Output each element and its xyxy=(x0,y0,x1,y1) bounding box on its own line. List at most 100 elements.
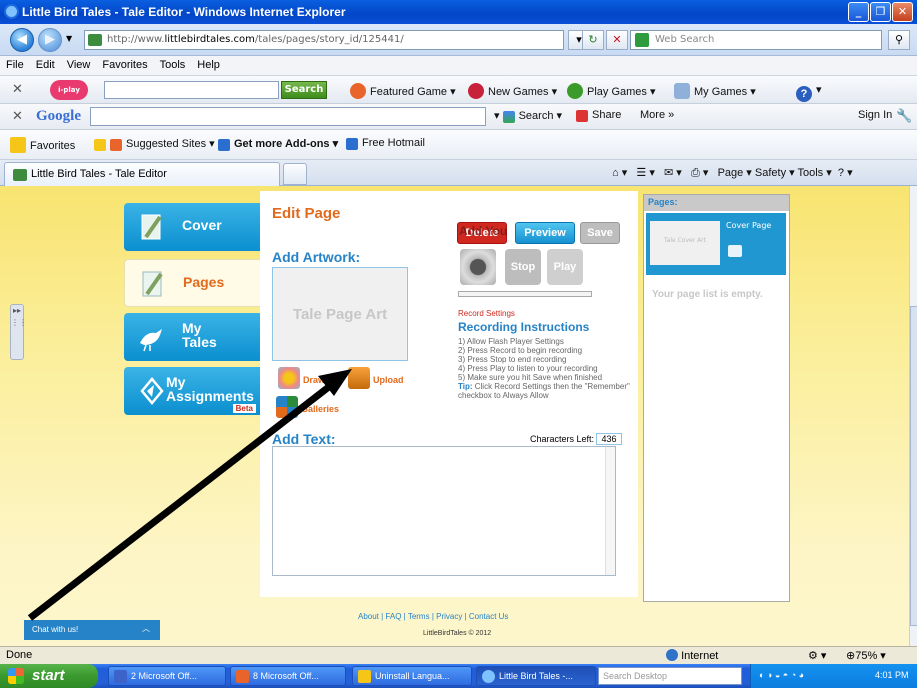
web-search-input[interactable]: Web Search xyxy=(630,30,882,50)
help-icon: ? xyxy=(796,86,812,102)
page-content: ▸▸ ⋮⋮ Cover Pages My Tales My Assignments B… xyxy=(0,186,909,646)
task-little-bird-tales[interactable]: Little Bird Tales -... xyxy=(476,666,596,686)
arrow-shaft xyxy=(27,383,333,621)
start-button[interactable]: start xyxy=(0,664,98,688)
site-favicon xyxy=(88,34,102,46)
stop-icon[interactable]: ✕ xyxy=(606,30,628,50)
favorites-button[interactable]: Favorites xyxy=(10,137,75,153)
google-toolbar: ✕ Google ▾ Search ▾ Share More » Sign In… xyxy=(0,104,917,130)
iplay-search-input[interactable] xyxy=(104,81,279,99)
iplay-search-button[interactable]: Search xyxy=(281,81,327,99)
ie-page-icon xyxy=(346,138,358,150)
more-button[interactable]: More » xyxy=(640,109,674,121)
featured-game-menu[interactable]: Featured Game ▾ xyxy=(350,83,456,99)
google-search-button[interactable]: ▾ Search ▾ xyxy=(494,109,562,123)
menu-file[interactable]: File xyxy=(0,56,30,71)
iplay-logo[interactable]: i-play xyxy=(50,80,88,100)
new-icon xyxy=(468,83,484,99)
google-logo[interactable]: Google xyxy=(36,108,81,125)
wrench-icon[interactable]: 🔧 xyxy=(896,108,912,124)
ie-icon xyxy=(482,670,495,683)
suggested-sites-icon xyxy=(110,139,122,151)
home-icon[interactable]: ⌂ ▾ xyxy=(612,167,627,179)
restore-button[interactable]: ❐ xyxy=(870,2,891,22)
menu-view[interactable]: View xyxy=(61,56,97,71)
tab-little-bird-tales[interactable]: Little Bird Tales - Tale Editor xyxy=(4,162,280,186)
play-games-menu[interactable]: Play Games ▾ xyxy=(567,83,656,99)
google-search-input[interactable] xyxy=(90,107,486,126)
help-icon[interactable]: ? ▾ xyxy=(838,167,853,179)
favorites-star-icon xyxy=(10,137,26,153)
tray-icons[interactable]: ◐ ◑ ◒ ◓ ◔ ◕ xyxy=(759,670,804,680)
url-path: /tales/pages/story_id/125441/ xyxy=(254,34,404,45)
free-hotmail-link[interactable]: Free Hotmail xyxy=(346,137,425,150)
page-scrollbar[interactable] xyxy=(909,186,917,646)
feeds-icon[interactable]: ☰ ▾ xyxy=(636,167,654,179)
search-desktop-input[interactable]: Search Desktop xyxy=(598,667,742,685)
office-icon xyxy=(236,670,249,683)
sign-in-link[interactable]: Sign In xyxy=(858,109,892,121)
site-favicon xyxy=(13,169,27,181)
menu-favorites[interactable]: Favorites xyxy=(96,56,153,71)
menu-edit[interactable]: Edit xyxy=(30,56,61,71)
get-addons-link[interactable]: Get more Add-ons ▾ xyxy=(218,137,338,151)
back-button[interactable]: ◀ xyxy=(10,28,34,52)
annotation-arrow xyxy=(27,369,352,621)
ie-icon xyxy=(4,4,19,19)
windows-flag-icon xyxy=(8,668,24,684)
mail-icon[interactable]: ✉ ▾ xyxy=(664,167,682,179)
address-bar: ◀ ▶ ▼ http://www.littlebirdtales.com/tal… xyxy=(0,24,917,56)
gamepad-icon xyxy=(674,83,690,99)
iplay-toolbar: ✕ i-play Search Featured Game ▾ New Game… xyxy=(0,76,917,104)
zoom-level[interactable]: ⊕75% ▾ xyxy=(846,649,886,662)
close-google-toolbar-icon[interactable]: ✕ xyxy=(12,109,23,124)
recent-pages-dropdown-icon[interactable]: ▼ xyxy=(66,34,72,43)
word-icon xyxy=(114,670,127,683)
page-safety-tools-menus[interactable]: Page ▾ Safety ▾ Tools ▾ xyxy=(718,167,832,179)
new-games-menu[interactable]: New Games ▾ xyxy=(468,83,557,99)
favorites-bar: Favorites Suggested Sites ▾ Get more Add… xyxy=(0,130,917,160)
add-favorite-icon xyxy=(94,139,106,151)
star-icon xyxy=(350,83,366,99)
url-field[interactable]: http://www.littlebirdtales.com/tales/pag… xyxy=(84,30,564,50)
globe-icon xyxy=(666,649,678,661)
close-button[interactable]: ✕ xyxy=(892,2,913,22)
menu-help[interactable]: Help xyxy=(191,56,226,71)
ie-page-icon xyxy=(218,139,230,151)
new-tab-button[interactable] xyxy=(283,163,307,185)
minimize-button[interactable]: _ xyxy=(848,2,869,22)
help-menu[interactable]: ? ▾ xyxy=(796,83,822,102)
command-bar: ⌂ ▾ ☰ ▾ ✉ ▾ ⎙ ▾ Page ▾ Safety ▾ Tools ▾ … xyxy=(612,166,853,180)
print-icon[interactable]: ⎙ ▾ xyxy=(691,167,708,179)
task-office[interactable]: 8 Microsoft Off... xyxy=(230,666,346,686)
search-icon[interactable]: ⚲ xyxy=(888,30,910,50)
my-games-menu[interactable]: My Games ▾ xyxy=(674,83,756,99)
menu-bar: File Edit View Favorites Tools Help xyxy=(0,56,917,76)
share-button[interactable]: Share xyxy=(576,109,621,122)
title-bar: Little Bird Tales - Tale Editor - Window… xyxy=(0,0,917,24)
taskbar: start 2 Microsoft Off... 8 Microsoft Off… xyxy=(0,664,917,688)
url-domain: littlebirdtales.com xyxy=(164,34,255,45)
task-word[interactable]: 2 Microsoft Off... xyxy=(108,666,226,686)
window-title: Little Bird Tales - Tale Editor - Window… xyxy=(22,5,346,19)
url-prefix: http://www. xyxy=(107,34,165,45)
clock[interactable]: 4:01 PM xyxy=(875,670,909,680)
play-icon xyxy=(567,83,583,99)
status-bar: Done Internet ⚙ ▾ ⊕75% ▾ xyxy=(0,646,917,664)
close-toolbar-icon[interactable]: ✕ xyxy=(12,82,23,97)
protected-mode-icon[interactable]: ⚙ ▾ xyxy=(808,649,826,662)
tab-row: Little Bird Tales - Tale Editor ⌂ ▾ ☰ ▾ … xyxy=(0,160,917,186)
system-tray: ◐ ◑ ◒ ◓ ◔ ◕ 4:01 PM xyxy=(750,664,917,688)
folder-icon xyxy=(358,670,371,683)
status-text: Done xyxy=(6,649,33,661)
forward-button[interactable]: ▶ xyxy=(38,28,62,52)
menu-tools[interactable]: Tools xyxy=(154,56,192,71)
suggested-sites-link[interactable]: Suggested Sites ▾ xyxy=(94,137,215,151)
web-search-placeholder: Web Search xyxy=(655,34,715,45)
google-search-icon xyxy=(502,111,515,123)
refresh-icon[interactable]: ↻ xyxy=(582,30,604,50)
scrollbar-thumb[interactable] xyxy=(910,306,917,626)
task-uninstall-language[interactable]: Uninstall Langua... xyxy=(352,666,472,686)
search-provider-icon xyxy=(635,33,649,47)
security-zone: Internet xyxy=(666,649,718,662)
